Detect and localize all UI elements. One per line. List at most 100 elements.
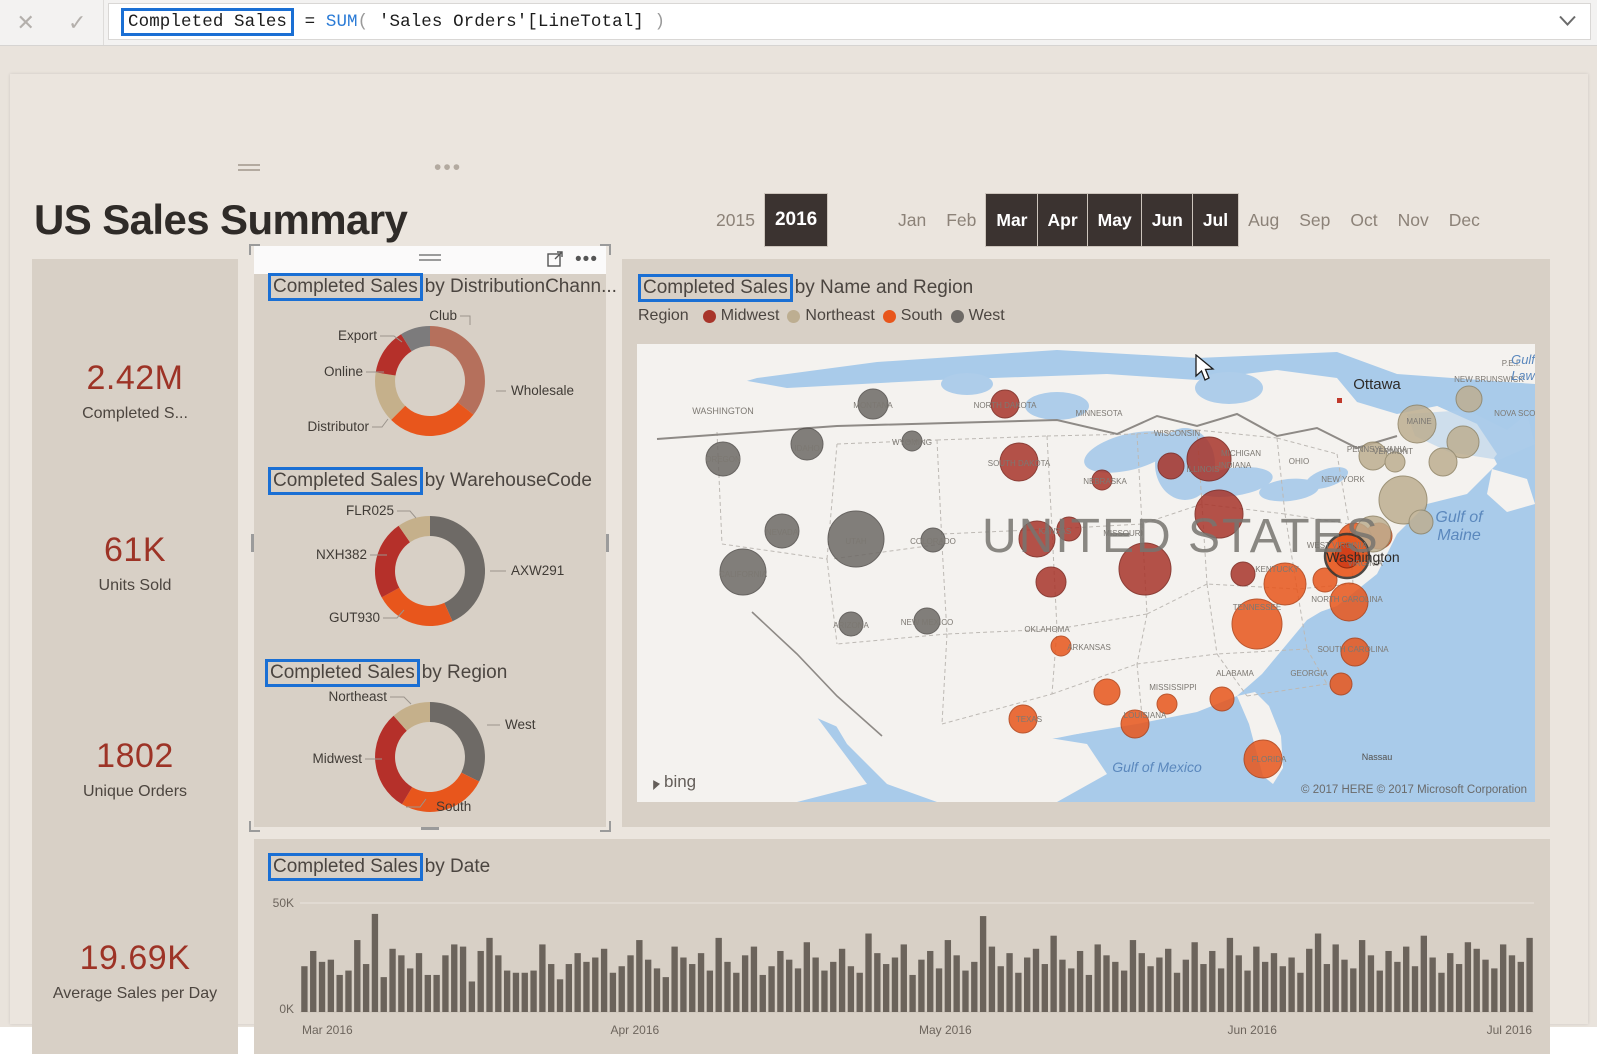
bar[interactable] [1253, 946, 1260, 1012]
bar[interactable] [1182, 959, 1190, 1012]
bar[interactable] [891, 957, 899, 1013]
focus-mode-icon[interactable] [547, 250, 563, 270]
slicer-year-2015[interactable]: 2015 [706, 194, 765, 246]
selection-handle-top-left[interactable] [249, 244, 260, 255]
bar[interactable] [856, 972, 863, 1012]
bar[interactable] [1112, 961, 1119, 1012]
slicer-month-may[interactable]: May [1087, 194, 1142, 246]
bar[interactable] [1297, 972, 1304, 1012]
bar[interactable] [600, 948, 608, 1012]
bar[interactable] [1191, 942, 1198, 1012]
bar[interactable] [1499, 944, 1507, 1012]
bar[interactable] [1226, 937, 1234, 1012]
bar[interactable] [618, 966, 625, 1012]
bar[interactable] [759, 974, 766, 1012]
bar[interactable] [1244, 970, 1251, 1012]
bar[interactable] [1517, 961, 1524, 1012]
bar[interactable] [909, 974, 916, 1012]
bar[interactable] [1050, 935, 1057, 1012]
bar[interactable] [574, 953, 581, 1012]
bar[interactable] [1261, 961, 1269, 1012]
bar[interactable] [979, 916, 987, 1012]
bar[interactable] [927, 950, 934, 1012]
bar[interactable] [1120, 970, 1128, 1012]
kpi-card-average-sales-per-day[interactable]: 19.69K Average Sales per Day [32, 939, 238, 1003]
bar[interactable] [371, 913, 379, 1012]
bar[interactable] [1429, 957, 1436, 1013]
bar[interactable] [1235, 955, 1242, 1012]
bar[interactable] [962, 970, 969, 1012]
bar[interactable] [468, 981, 476, 1012]
bar[interactable] [1217, 968, 1225, 1012]
bar[interactable] [733, 972, 740, 1012]
bar[interactable] [503, 970, 511, 1012]
donut-charts-visual[interactable]: ••• Completed Sales by DistributionChann.… [249, 244, 617, 832]
bar[interactable] [697, 953, 705, 1012]
legend-item-midwest[interactable]: Midwest [702, 307, 779, 325]
legend-item-northeast[interactable]: Northeast [787, 307, 875, 325]
bar[interactable] [1147, 966, 1154, 1012]
bar[interactable] [583, 961, 590, 1012]
bar[interactable] [1024, 957, 1031, 1013]
page-grip-handle[interactable] [238, 164, 260, 174]
bar[interactable] [1173, 972, 1181, 1012]
bar[interactable] [415, 953, 423, 1012]
bar[interactable] [1076, 950, 1084, 1012]
bar[interactable] [345, 970, 352, 1012]
bar[interactable] [627, 955, 634, 1012]
bar[interactable] [803, 942, 810, 1012]
bar[interactable] [336, 974, 343, 1012]
selection-handle-top-right[interactable] [600, 244, 611, 255]
bar[interactable] [1103, 955, 1110, 1012]
bar[interactable] [1059, 959, 1066, 1012]
bar[interactable] [706, 970, 714, 1012]
bar[interactable] [1306, 948, 1313, 1012]
bing-map[interactable]: WASHINGTON OREGON IDAHO MONTANA NORTH DA… [637, 344, 1535, 802]
bar[interactable] [1129, 940, 1137, 1012]
bar[interactable] [830, 961, 837, 1012]
accept-icon[interactable]: ✓ [68, 11, 86, 34]
bar[interactable] [451, 944, 458, 1012]
slicer-month-feb[interactable]: Feb [936, 194, 986, 246]
report-page[interactable]: ••• US Sales Summary 2015 2016 Jan Feb M… [10, 74, 1588, 1054]
slicer-month-sep[interactable]: Sep [1289, 194, 1340, 246]
bar[interactable] [900, 944, 907, 1012]
bar[interactable] [680, 957, 687, 1013]
bar[interactable] [1376, 970, 1383, 1012]
bar[interactable] [1447, 953, 1454, 1012]
bar[interactable] [521, 972, 528, 1012]
bar[interactable] [301, 966, 308, 1012]
donut-svg[interactable]: Club Wholesale Distributor Online Export [254, 299, 606, 464]
bar[interactable] [1068, 968, 1075, 1012]
bar[interactable] [1341, 959, 1348, 1012]
bar[interactable] [380, 977, 387, 1012]
bar[interactable] [644, 959, 652, 1012]
kpi-card-unique-orders[interactable]: 1802 Unique Orders [32, 737, 238, 801]
donut-svg[interactable]: FLR025 AXW291 GUT930 NXH382 [254, 493, 606, 653]
bar[interactable] [988, 946, 996, 1012]
bar[interactable] [548, 964, 555, 1012]
visual-more-options-icon[interactable]: ••• [575, 250, 598, 269]
bar[interactable] [768, 966, 775, 1012]
bar[interactable] [777, 950, 784, 1012]
bar[interactable] [389, 948, 396, 1012]
bar[interactable] [918, 959, 925, 1012]
bar[interactable] [1508, 955, 1516, 1012]
bar[interactable] [1385, 950, 1392, 1012]
bar[interactable] [689, 964, 696, 1012]
legend-item-south[interactable]: South [882, 307, 943, 325]
donut-region[interactable]: Completed Sales by Region Northeast West… [254, 659, 606, 827]
bar[interactable] [477, 950, 484, 1012]
bar[interactable] [609, 972, 617, 1012]
bar[interactable] [1411, 966, 1419, 1012]
bar[interactable] [592, 957, 599, 1013]
bar[interactable] [1288, 957, 1295, 1013]
bar[interactable] [442, 955, 449, 1012]
bar[interactable] [459, 946, 467, 1012]
bar[interactable] [1473, 948, 1480, 1012]
map-visual[interactable]: Completed Sales by Name and Region Region… [622, 259, 1550, 827]
bar[interactable] [1350, 968, 1357, 1012]
slicer-year-2016[interactable]: 2016 [764, 194, 828, 246]
bar[interactable] [1006, 953, 1013, 1012]
kpi-card-completed-sales[interactable]: 2.42M Completed S... [32, 359, 238, 423]
